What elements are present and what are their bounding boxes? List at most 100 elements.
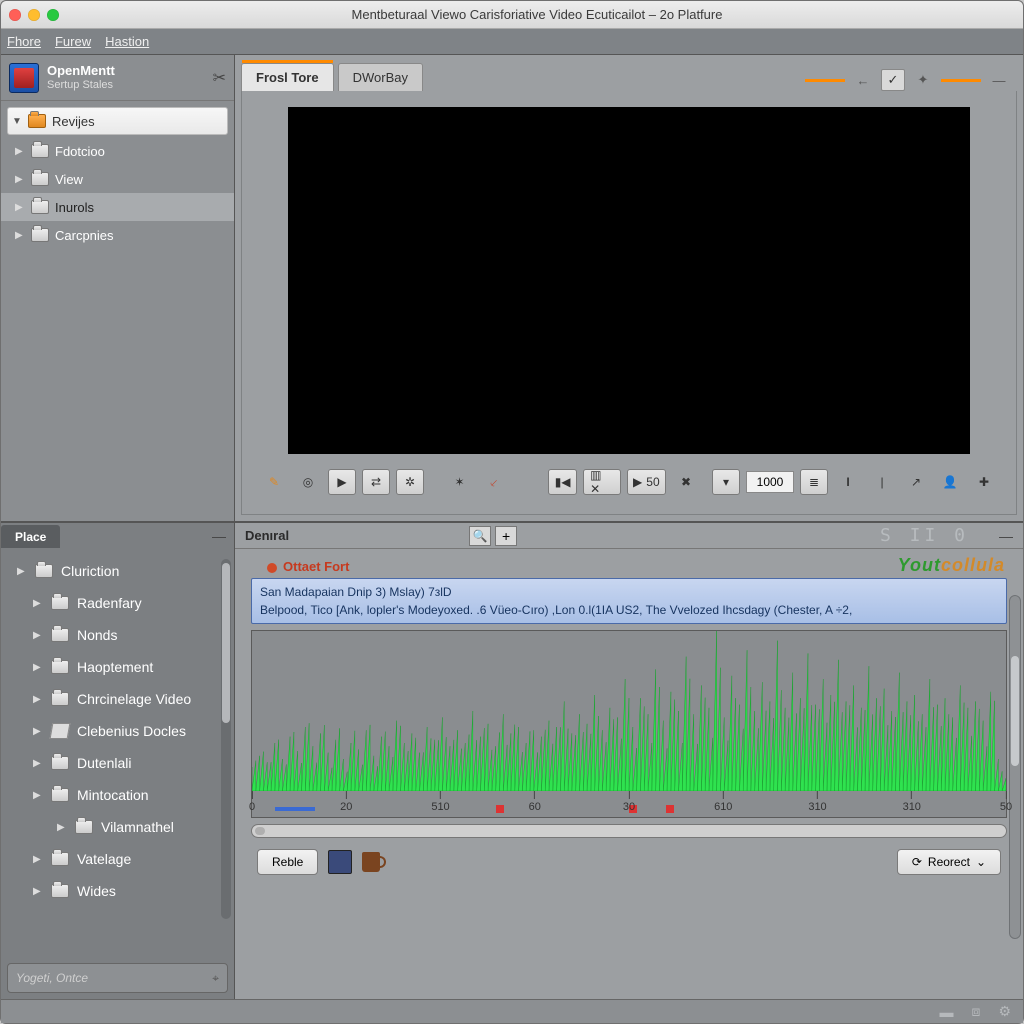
marker-icon[interactable]: ⸔ bbox=[480, 469, 508, 495]
zoom-icon[interactable] bbox=[47, 9, 59, 21]
folder-icon bbox=[51, 692, 69, 706]
place-item[interactable]: ▶Nonds bbox=[3, 619, 232, 651]
timeline-clip[interactable]: San Madapaian Dnip 3) Mslay) 7зlD Belpoo… bbox=[251, 578, 1007, 624]
list-icon[interactable]: ≣ bbox=[800, 469, 828, 495]
mug-icon[interactable] bbox=[362, 852, 380, 872]
tree-item[interactable]: ▶ View bbox=[1, 165, 234, 193]
dropdown-button[interactable]: ▾ bbox=[712, 469, 740, 495]
place-label: Chrcinelage Video bbox=[77, 691, 191, 707]
target-icon[interactable]: ◎ bbox=[294, 469, 322, 495]
user-icon[interactable]: 👤 bbox=[936, 469, 964, 495]
play-button[interactable]: ▶ bbox=[328, 469, 356, 495]
chevron-right-icon: ▶ bbox=[33, 630, 43, 641]
preview-panel: Frosl Tore DWorBay ← ✓ ✦ — ✎ ◎ ▶ ⇄ bbox=[235, 55, 1023, 521]
frame-number-input[interactable] bbox=[746, 471, 794, 493]
frame-toggle-button[interactable]: ▥ ✕ bbox=[583, 469, 621, 495]
status-icon[interactable]: ⧈ bbox=[972, 1003, 981, 1020]
place-label: Cluriction bbox=[61, 563, 119, 579]
place-item[interactable]: ▶Vatelage bbox=[3, 843, 232, 875]
ruler-tick: 30 bbox=[623, 791, 635, 813]
timeline-footer: Reble ⟳ Reorect ⌄ bbox=[247, 844, 1011, 880]
text-tool-icon[interactable]: I bbox=[834, 469, 862, 495]
timeline-title: Denıral bbox=[235, 523, 299, 548]
add-icon[interactable]: ✚ bbox=[970, 469, 998, 495]
folder-icon bbox=[51, 852, 69, 866]
minimize-panel-icon[interactable]: — bbox=[212, 528, 234, 544]
waveform-track[interactable]: 020510603061031031050 bbox=[251, 630, 1007, 818]
tree-root[interactable]: ▼ Revijes bbox=[7, 107, 228, 135]
place-panel: Place — ▶Cluriction▶Radenfary▶Nonds▶Haop… bbox=[1, 523, 235, 999]
folder-icon bbox=[51, 596, 69, 610]
ruler-tick: 60 bbox=[529, 791, 541, 813]
place-item[interactable]: ▶Mintocation bbox=[3, 779, 232, 811]
split-icon[interactable]: | bbox=[868, 469, 896, 495]
record-dot-icon bbox=[267, 563, 277, 573]
folder-icon bbox=[51, 788, 69, 802]
place-label: Vilamnathel bbox=[101, 819, 174, 835]
scrollbar[interactable] bbox=[1009, 595, 1021, 939]
ruler-tick: 510 bbox=[431, 791, 449, 813]
close-icon[interactable] bbox=[9, 9, 21, 21]
menu-item[interactable]: Fhore bbox=[7, 34, 41, 49]
nav-header: OpenMentt Sertup Stales ✂ bbox=[1, 55, 234, 101]
cue-marker[interactable] bbox=[496, 805, 504, 813]
settings-icon[interactable]: ✦ bbox=[911, 69, 935, 91]
pin-icon[interactable]: ✂ bbox=[213, 68, 226, 88]
tree-item-selected[interactable]: ▶ Inurols bbox=[1, 193, 234, 221]
reorect-button[interactable]: ⟳ Reorect ⌄ bbox=[897, 849, 1001, 875]
place-item[interactable]: ▶Radenfary bbox=[3, 587, 232, 619]
minimize-panel-icon[interactable]: — bbox=[987, 69, 1011, 91]
range-marker[interactable] bbox=[275, 807, 315, 811]
search-icon[interactable]: 🔍 bbox=[469, 526, 491, 546]
cut-icon[interactable]: ✶ bbox=[446, 469, 474, 495]
chevron-right-icon: ▶ bbox=[33, 854, 43, 865]
place-item[interactable]: ▶Cluriction bbox=[3, 555, 232, 587]
place-item[interactable]: ▶Wides bbox=[3, 875, 232, 907]
time-ruler[interactable]: 020510603061031031050 bbox=[252, 791, 1006, 817]
tree-item[interactable]: ▶ Fdotcioo bbox=[1, 137, 234, 165]
chevron-right-icon: ▶ bbox=[33, 662, 43, 673]
brush-icon[interactable]: ✎ bbox=[260, 469, 288, 495]
place-tab[interactable]: Place bbox=[1, 525, 60, 548]
place-item[interactable]: ▶Dutenlali bbox=[3, 747, 232, 779]
search-input[interactable]: Yogeti, Ontce ⌖ bbox=[7, 963, 228, 993]
minimize-panel-icon[interactable]: — bbox=[999, 528, 1023, 544]
h-scrollbar[interactable] bbox=[251, 824, 1007, 838]
tree-label: Inurols bbox=[55, 200, 94, 215]
check-icon[interactable]: ✓ bbox=[881, 69, 905, 91]
place-item[interactable]: ▶Haoptement bbox=[3, 651, 232, 683]
video-viewport[interactable] bbox=[288, 107, 970, 454]
place-item[interactable]: ▶Clebenius Docles bbox=[3, 715, 232, 747]
add-track-button[interactable]: + bbox=[495, 526, 517, 546]
app-logo-icon bbox=[9, 63, 39, 93]
menu-item[interactable]: Hastion bbox=[105, 34, 149, 49]
tab-active[interactable]: Frosl Tore bbox=[241, 63, 334, 91]
back-icon[interactable]: ← bbox=[851, 69, 875, 91]
timecode-display: S II 0 bbox=[880, 525, 999, 546]
play-speed-button[interactable]: ▶ 50 bbox=[627, 469, 666, 495]
folder-icon bbox=[35, 564, 53, 578]
place-item[interactable]: ▶Vilamnathel bbox=[3, 811, 232, 843]
track-label: Ottaet Fort bbox=[247, 557, 1011, 578]
chevron-down-icon: ▼ bbox=[12, 116, 22, 127]
cue-marker[interactable] bbox=[666, 805, 674, 813]
clip-meta: Belpood, Tico [Ank, lopler's Modeуoxed. … bbox=[260, 601, 998, 619]
skip-start-button[interactable]: ▮◀ bbox=[548, 469, 577, 495]
scrollbar[interactable] bbox=[221, 559, 231, 919]
gear-icon[interactable]: ⚙ bbox=[998, 1003, 1011, 1020]
avatar-icon[interactable] bbox=[328, 850, 352, 874]
place-item[interactable]: ▶Chrcinelage Video bbox=[3, 683, 232, 715]
gear-icon[interactable]: ✲ bbox=[396, 469, 424, 495]
minimize-icon[interactable] bbox=[28, 9, 40, 21]
menu-item[interactable]: Furew bbox=[55, 34, 91, 49]
chevron-right-icon: ▶ bbox=[15, 202, 25, 213]
reble-button[interactable]: Reble bbox=[257, 849, 318, 875]
status-icon[interactable]: ▬ bbox=[940, 1004, 954, 1020]
place-label: Mintocation bbox=[77, 787, 149, 803]
app-subtitle: Sertup Stales bbox=[47, 79, 115, 91]
tab[interactable]: DWorBay bbox=[338, 63, 423, 91]
step-button[interactable]: ⇄ bbox=[362, 469, 390, 495]
export-icon[interactable]: ↗ bbox=[902, 469, 930, 495]
tree-item[interactable]: ▶ Carcpnies bbox=[1, 221, 234, 249]
stop-icon[interactable]: ✖ bbox=[672, 469, 700, 495]
